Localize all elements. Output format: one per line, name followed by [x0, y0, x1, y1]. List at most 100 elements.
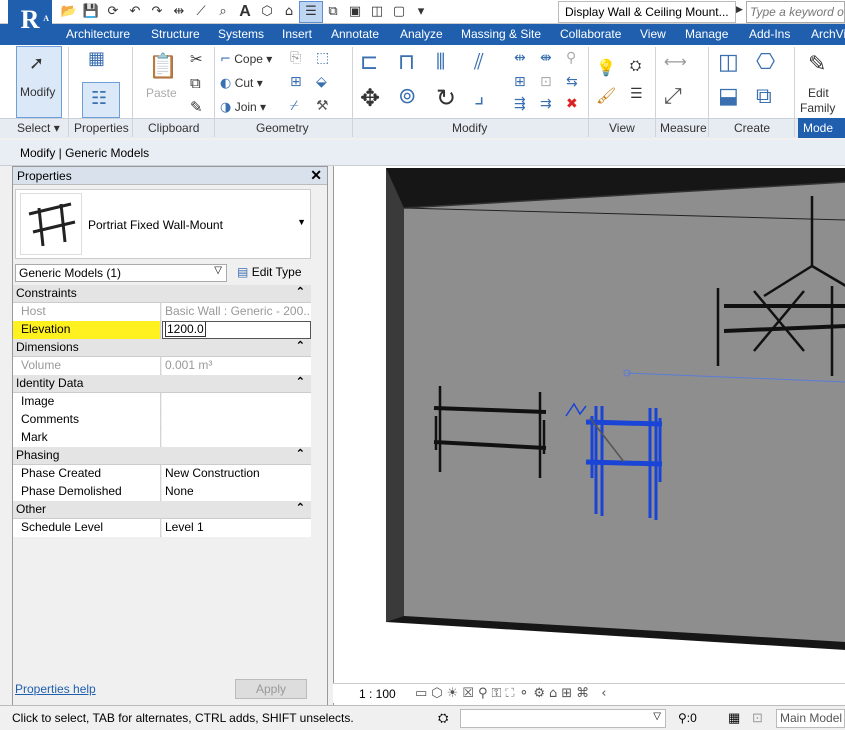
- 3d-view-icon[interactable]: ⬡: [256, 2, 278, 22]
- align-icon[interactable]: ⊏: [360, 50, 378, 75]
- offset-icon[interactable]: ⊓: [398, 50, 415, 75]
- tab-structure[interactable]: Structure: [151, 27, 200, 41]
- chevron-down-icon[interactable]: ▼: [297, 217, 306, 227]
- phase-demolished-field[interactable]: None: [162, 483, 311, 501]
- linework-brush-icon[interactable]: 🖌: [596, 86, 616, 105]
- cut-icon[interactable]: ✂: [190, 50, 203, 68]
- title-arrow-icon[interactable]: ▶: [736, 4, 743, 15]
- split-gap-icon[interactable]: ⇼: [540, 50, 552, 66]
- dimension-icon[interactable]: ⤢: [664, 84, 682, 109]
- properties-button[interactable]: ☷: [82, 82, 120, 118]
- comments-field[interactable]: [162, 411, 311, 429]
- hammer-icon[interactable]: ⚒: [316, 98, 329, 114]
- demolish-icon[interactable]: ⬙: [316, 74, 327, 90]
- elevation-field[interactable]: 1200.0: [162, 321, 311, 339]
- tag-icon[interactable]: ⌕: [212, 2, 234, 22]
- section-phasing[interactable]: Phasing ⌃: [13, 447, 311, 465]
- split-face-icon[interactable]: ⎘: [290, 50, 301, 66]
- view-control-icons[interactable]: ▭⬡☀☒⚲⚿⛶⚬⚙⌂⊞⌘ ‹: [415, 686, 610, 701]
- pin-icon[interactable]: ⚲: [566, 50, 576, 66]
- instance-filter-dropdown[interactable]: Generic Models (1) ▽: [15, 264, 227, 282]
- selection-count[interactable]: ⚲:0: [678, 711, 697, 725]
- trim-multiple-icon[interactable]: ⇉: [540, 96, 552, 112]
- move-icon[interactable]: ✥: [360, 84, 380, 112]
- close-icon[interactable]: ✕: [310, 167, 322, 184]
- delete-icon[interactable]: ✖: [566, 96, 578, 112]
- tab-manage[interactable]: Manage: [685, 27, 728, 41]
- editable-only-icon[interactable]: ▦: [728, 710, 740, 726]
- tab-archvision[interactable]: ArchVi: [811, 27, 845, 41]
- create-parts-icon[interactable]: ⎔: [756, 50, 775, 75]
- tab-systems[interactable]: Systems: [218, 27, 264, 41]
- open-icon[interactable]: 📂: [58, 2, 80, 22]
- tab-view[interactable]: View: [640, 27, 666, 41]
- hide-bulb-icon[interactable]: 💡: [596, 58, 616, 77]
- close-hidden-icon[interactable]: ⧉: [322, 2, 344, 22]
- apply-button[interactable]: Apply: [235, 679, 307, 699]
- view-scale[interactable]: 1 : 100: [359, 687, 396, 701]
- tab-annotate[interactable]: Annotate: [331, 27, 379, 41]
- create-similar-icon[interactable]: ⧉: [756, 84, 772, 109]
- sync-icon[interactable]: ⟳: [102, 2, 124, 22]
- cope-button[interactable]: ⌐ Cope ▾: [220, 52, 272, 67]
- aligned-dimension-icon[interactable]: ⇹: [168, 2, 190, 22]
- section-dimensions[interactable]: Dimensions ⌃: [13, 339, 311, 357]
- tab-collaborate[interactable]: Collaborate: [560, 27, 621, 41]
- app-logo[interactable]: RA: [8, 0, 52, 42]
- thin-lines-icon[interactable]: ☰: [299, 1, 323, 23]
- section-identity-data[interactable]: Identity Data ⌃: [13, 375, 311, 393]
- copy-icon[interactable]: ⧉: [190, 74, 201, 92]
- view-filter-icon[interactable]: ☰: [630, 86, 643, 102]
- phase-created-field[interactable]: New Construction: [162, 465, 311, 483]
- image-field[interactable]: [162, 393, 311, 411]
- rotate-icon[interactable]: ↻: [436, 84, 456, 112]
- measure-between-icon[interactable]: ⟷: [664, 52, 687, 71]
- search-input[interactable]: Type a keyword or p: [746, 1, 845, 23]
- edit-family-button[interactable]: ✎ Edit Family: [798, 50, 840, 116]
- unpin-icon[interactable]: ⇆: [566, 74, 578, 90]
- create-assembly-icon[interactable]: ◫: [718, 50, 739, 75]
- join-button[interactable]: ◑ Join ▾: [220, 100, 266, 115]
- scale-icon[interactable]: ⊡: [540, 74, 552, 90]
- paste-button[interactable]: 📋 Paste: [140, 50, 180, 114]
- trim-extend-icon[interactable]: ⇶: [514, 96, 526, 112]
- main-model-field[interactable]: Main Model: [776, 709, 845, 728]
- select-panel-label[interactable]: Select ▾: [17, 121, 60, 135]
- tab-architecture[interactable]: Architecture: [66, 27, 130, 41]
- elevation-value[interactable]: 1200.0: [165, 322, 206, 337]
- section-constraints[interactable]: Constraints ⌃: [13, 285, 311, 303]
- section-other[interactable]: Other ⌃: [13, 501, 311, 519]
- tab-add-ins[interactable]: Add-Ins: [749, 27, 790, 41]
- tile-icon[interactable]: ◫: [366, 2, 388, 22]
- default-3d-icon[interactable]: ▢: [388, 2, 410, 22]
- mirror-axis-icon[interactable]: ⫴: [436, 50, 445, 75]
- paint-icon[interactable]: ⬚: [316, 50, 329, 66]
- measure-icon[interactable]: ⟋: [190, 2, 212, 22]
- redo-icon[interactable]: ↷: [146, 2, 168, 22]
- split-icon[interactable]: ⇹: [514, 50, 526, 66]
- properties-help-link[interactable]: Properties help: [15, 682, 96, 696]
- array-icon[interactable]: ⊞: [514, 74, 526, 90]
- design-option-dropdown[interactable]: ▽: [460, 709, 666, 728]
- tab-insert[interactable]: Insert: [282, 27, 312, 41]
- trim-icon[interactable]: ⌟: [474, 84, 484, 109]
- mirror-draw-icon[interactable]: ⫽: [474, 50, 484, 75]
- 3d-viewport[interactable]: [333, 166, 845, 706]
- wall-joins-icon[interactable]: ⊞: [290, 74, 302, 90]
- unjoin-icon[interactable]: ⌿: [290, 98, 298, 114]
- type-properties-icon[interactable]: ▦: [88, 48, 105, 69]
- create-group-icon[interactable]: ⬓: [718, 84, 739, 109]
- tab-analyze[interactable]: Analyze: [400, 27, 443, 41]
- override-graphics-icon[interactable]: ⛭: [630, 58, 641, 74]
- model-canvas[interactable]: [334, 166, 845, 683]
- switch-windows-icon[interactable]: ▣: [344, 2, 366, 22]
- type-selector[interactable]: Portriat Fixed Wall-Mount ▼: [15, 189, 311, 259]
- worksets-icon[interactable]: ⛭: [438, 710, 448, 726]
- undo-icon[interactable]: ↶: [124, 2, 146, 22]
- edit-type-button[interactable]: ▤ Edit Type: [235, 264, 311, 282]
- pinned-icon[interactable]: ⊡: [752, 710, 763, 726]
- schedule-level-field[interactable]: Level 1: [162, 519, 311, 537]
- section-icon[interactable]: ⌂: [278, 2, 300, 22]
- match-type-icon[interactable]: ✎: [190, 98, 203, 116]
- text-icon[interactable]: A: [234, 2, 256, 22]
